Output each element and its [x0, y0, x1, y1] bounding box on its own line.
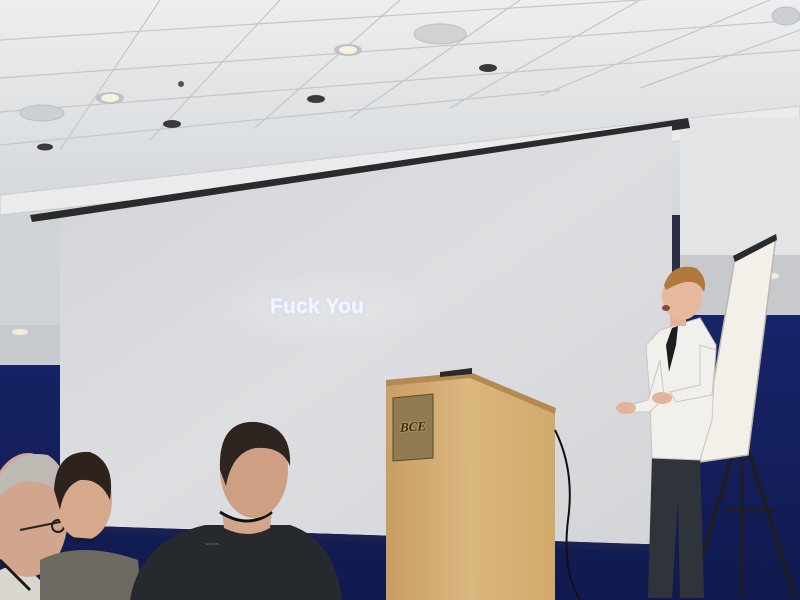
svg-text:~~~~: ~~~~ [205, 542, 220, 548]
slide-text: Fuck You [270, 295, 365, 318]
scene-illustration: ~~~~ [0, 0, 800, 600]
right-wall [680, 118, 800, 258]
photo-scene: ~~~~ Fuck You BCE [0, 0, 800, 600]
podium-logo-text: BCE [399, 418, 426, 435]
presenter-hand [616, 402, 636, 414]
podium-logo: BCE [394, 397, 432, 458]
left-wall [0, 215, 62, 325]
